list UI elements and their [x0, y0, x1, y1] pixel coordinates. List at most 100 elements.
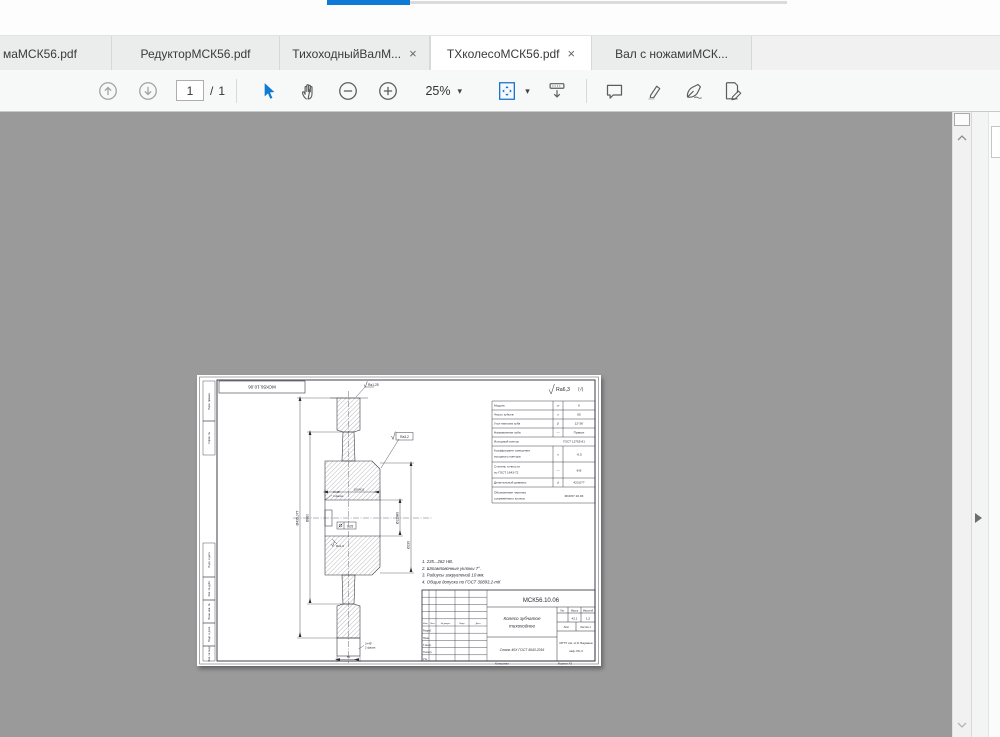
gear-section-view: 0,05 [293, 391, 433, 663]
scale-header: Масштаб [583, 609, 594, 612]
col-header: Изм. [423, 623, 428, 625]
margin-label: Инв. № подл. [207, 645, 211, 661]
toolbar-divider [236, 79, 237, 103]
page-scrolling-button[interactable] [543, 78, 571, 104]
engineering-drawing: Перв. примен. Справ. № Подп. и дата Инв.… [197, 375, 601, 666]
param-value: 6 [578, 404, 580, 408]
note-line: 2. Штамповочные уклоны 7°. [421, 566, 481, 571]
param-value: 8-В [577, 469, 582, 473]
tab-document-4-active[interactable]: ТХколесоМСК56.pdf × [430, 36, 592, 71]
margin-label: Подп. и дата [207, 626, 211, 642]
tab-document-5[interactable]: Вал с ножамиМСК... [592, 36, 752, 71]
select-tool-button[interactable] [254, 78, 282, 104]
document-tab-bar: маМСК56.pdf РедукторМСК56.pdf Тихоходный… [0, 35, 1000, 70]
margin-stamp-column: Перв. примен. Справ. № Подп. и дата Инв.… [203, 381, 215, 662]
roughness-value: Ra6,3 [556, 387, 570, 393]
scrolling-mode-icon [546, 80, 568, 102]
previous-page-button[interactable] [94, 78, 122, 104]
vertical-scrollbar[interactable] [952, 112, 971, 737]
zoom-level-dropdown[interactable]: 25% ▾ [400, 78, 462, 104]
page-number-input[interactable]: 1 [176, 80, 204, 101]
tab-document-1[interactable]: маМСК56.pdf [0, 36, 112, 71]
minus-circle-icon [337, 80, 359, 102]
footer-format: Формат А3 [558, 662, 573, 666]
page-separator: / [210, 84, 213, 98]
main-toolbar: 1 / 1 25% ▾ ▾ [0, 70, 1000, 112]
param-sym: β [556, 422, 559, 426]
chamfer-note-bottom-2: 2 фаски [365, 646, 376, 650]
highlight-tool-button[interactable] [640, 78, 668, 104]
organization-line1: МГТУ им. Н.Э. Баумана [559, 641, 592, 645]
margin-label: Справ. № [207, 432, 211, 444]
scale-value: 1:2 [586, 616, 591, 620]
col-header: Подп. [459, 623, 465, 625]
hand-tool-button[interactable] [294, 78, 322, 104]
zoom-out-button[interactable] [334, 78, 362, 104]
tools-panel-rail [971, 112, 988, 737]
dim-hub-length: 100Н11 [354, 488, 365, 492]
page-with-pencil-icon [721, 80, 743, 102]
tab-label: Вал с ножамиМСК... [615, 47, 728, 61]
roughness-hub: Ra3,2 [400, 435, 409, 439]
tab-label: ТихоходныйВалМ... [292, 47, 401, 61]
margin-label: Подп. и дата [207, 552, 211, 568]
scroll-down-button[interactable] [956, 716, 968, 734]
page-count-label: / 1 [210, 80, 230, 101]
comment-bubble-icon [604, 81, 625, 102]
param-label: Модуль [494, 404, 505, 408]
tab-document-2[interactable]: РедукторМСК56.pdf [112, 36, 280, 71]
plus-circle-icon [377, 80, 399, 102]
note-line: 1. 235...262 НВ. [422, 559, 453, 564]
dim-hub-diameter: Ø190 [407, 541, 411, 549]
param-label2: сопряжённого колеса [494, 497, 525, 501]
chevron-down-icon: ▾ [457, 86, 462, 97]
tools-panel-toggle-icon[interactable] [975, 513, 982, 523]
sheets-label: Листов 1 [580, 625, 591, 629]
active-tab-underline [327, 0, 410, 5]
zoom-in-button[interactable] [374, 78, 402, 104]
param-label: Обозначение чертежа [494, 491, 526, 495]
tab-row-divider [410, 1, 787, 4]
edit-document-button[interactable] [718, 78, 746, 104]
dim-bore-diameter: Ø120Н9 [396, 512, 400, 524]
sheet-label: Лист [564, 625, 570, 629]
param-sym: x [556, 453, 559, 457]
footer-copied: Копировал [495, 662, 509, 666]
fill-sign-button[interactable] [680, 78, 708, 104]
chamfer-note-top-2: 4 фаски [333, 494, 344, 498]
fountain-pen-icon [683, 80, 705, 102]
note-line: 4. Общие допуски по ГОСТ 30893.2-тК [422, 579, 501, 584]
param-sym: — [556, 469, 560, 473]
next-page-button[interactable] [134, 78, 162, 104]
col-header: Лист [430, 623, 435, 625]
tools-pane-button-edge [991, 126, 1000, 158]
fit-page-dropdown[interactable]: ▾ [493, 78, 533, 104]
pointer-arrow-icon [258, 81, 278, 101]
organization-line2: каф. РК-3 [569, 649, 583, 653]
part-name-line2: тихоходное [509, 624, 536, 629]
close-tab-icon[interactable]: × [409, 47, 417, 60]
margin-label: Перв. примен. [207, 392, 211, 410]
tab-label: ТХколесоМСК56.pdf [447, 47, 560, 61]
title-block: МСК56.10.06 Колесо зубчатое тихоходное С… [422, 590, 595, 666]
zoom-level-value: 25% [425, 84, 450, 98]
staff-row: Пров. [423, 637, 430, 640]
scroll-up-button[interactable] [956, 129, 968, 147]
param-value: ГОСТ 13755-81 [563, 440, 585, 444]
pdf-page[interactable]: Перв. примен. Справ. № Подп. и дата Инв.… [197, 375, 601, 666]
mass-header: Масса [571, 609, 579, 612]
material-spec: Сталь 40Х ГОСТ 4543-2016 [500, 648, 545, 652]
chevron-up-icon [956, 134, 968, 142]
col-header: Дата [476, 623, 482, 625]
collapsed-tools-pane [988, 112, 1000, 737]
roughness-alt: (√) [578, 387, 584, 392]
param-label: Делительный диаметр [494, 481, 527, 485]
lit-header: Лит. [560, 609, 565, 612]
close-tab-icon[interactable]: × [568, 47, 576, 60]
comment-tool-button[interactable] [600, 78, 628, 104]
title-designation: МСК56.10.06 [523, 598, 560, 604]
runout-tolerance: 0,05 [347, 525, 353, 529]
tab-document-3[interactable]: ТихоходныйВалМ... × [280, 36, 430, 71]
scrollbar-thumb[interactable] [954, 113, 970, 126]
roughness-rim: Ra1,25 [368, 383, 379, 387]
